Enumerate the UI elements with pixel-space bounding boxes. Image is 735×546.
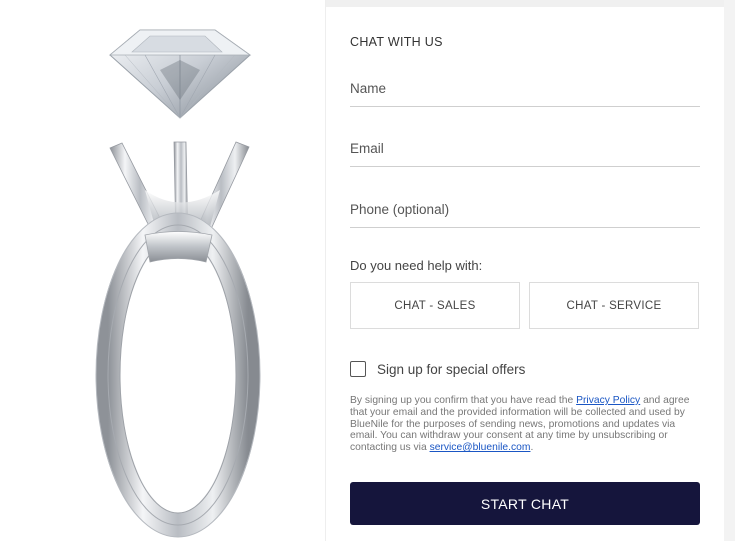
legal-text-1: By signing up you confirm that you have … (350, 395, 577, 406)
signup-row[interactable]: Sign up for special offers (350, 361, 525, 377)
chat-sales-button[interactable]: CHAT - SALES (350, 282, 520, 329)
help-label: Do you need help with: (350, 258, 483, 273)
service-email-link[interactable]: service@bluenile.com (430, 442, 531, 453)
email-input[interactable] (350, 136, 700, 160)
legal-disclaimer: By signing up you confirm that you have … (350, 395, 702, 454)
right-gutter (724, 0, 735, 541)
chat-title: CHAT WITH US (350, 35, 443, 49)
chat-service-button[interactable]: CHAT - SERVICE (529, 282, 699, 329)
diamond-ring-image (0, 0, 325, 541)
diamond-icon (108, 29, 252, 119)
phone-field[interactable] (350, 197, 700, 228)
ring-band (95, 212, 261, 538)
signup-checkbox[interactable] (350, 361, 366, 377)
chat-panel: CHAT WITH US Do you need help with: CHAT… (325, 0, 725, 541)
name-field[interactable] (350, 76, 700, 107)
signup-label: Sign up for special offers (377, 361, 526, 377)
start-chat-button[interactable]: START CHAT (350, 482, 700, 525)
privacy-policy-link[interactable]: Privacy Policy (576, 395, 640, 406)
legal-text-3: . (530, 442, 534, 454)
email-field[interactable] (350, 136, 700, 167)
phone-input[interactable] (350, 197, 700, 221)
ring-illustration (95, 29, 261, 538)
name-input[interactable] (350, 76, 700, 100)
panel-top-bar (326, 0, 724, 7)
